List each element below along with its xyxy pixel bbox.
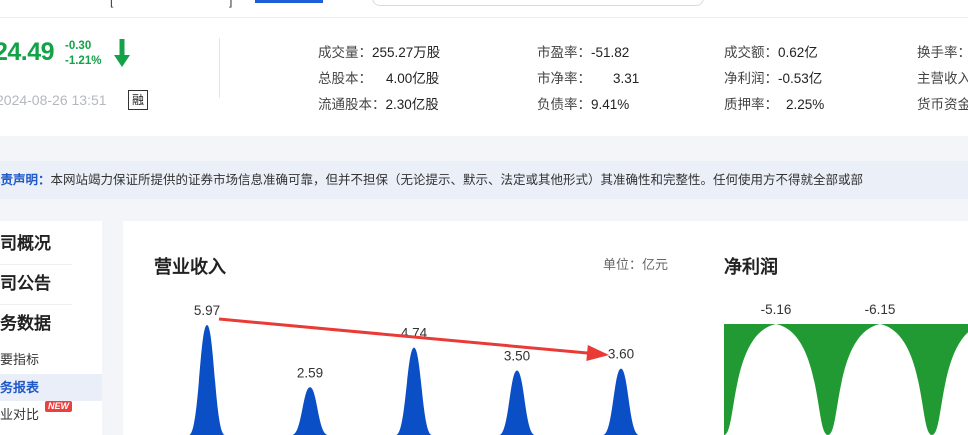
profit-label-0: -5.16	[761, 302, 792, 317]
stat-pledge-ratio: 质押率： 2.25%	[724, 97, 825, 112]
quote-datetime: 2024-08-26 13:51	[0, 92, 107, 108]
revenue-bar-4	[603, 368, 639, 435]
stat-turnover-amount: 成交额：0.62亿	[724, 45, 818, 60]
stat-net-profit: 净利润：-0.53亿	[724, 71, 823, 86]
disclaimer-text: 本网站竭力保证所提供的证券市场信息准确可靠，但并不担保（无论提示、默示、法定或其…	[50, 173, 864, 187]
change-percent: -1.21%	[65, 55, 102, 67]
stat-cash-funds: 货币资金	[917, 97, 968, 112]
profit-label-1: -6.15	[865, 302, 896, 317]
stat-volume: 成交量：255.27万股	[318, 45, 441, 60]
revenue-bar-2	[396, 347, 432, 435]
quote-divider	[219, 38, 220, 98]
quote-panel: 24.49 -0.30 -1.21% 2024-08-26 13:51 融 成交…	[0, 18, 968, 136]
sidebar-item-announcements[interactable]: 公司公告	[0, 264, 72, 305]
revenue-bar-0	[189, 325, 225, 435]
revenue-bar-1	[292, 387, 328, 435]
sidebar-item-financial-data[interactable]: 财务数据	[0, 304, 72, 344]
sidebar-nav: 公司概况 公司公告 财务数据 主要指标 财务报表 行业对比 NEW	[0, 221, 102, 435]
disclaimer-bar: 免责声明：本网站竭力保证所提供的证券市场信息准确可靠，但并不担保（无论提示、默示…	[0, 161, 968, 199]
sidebar-item-financial-statements[interactable]: 财务报表	[0, 374, 102, 401]
new-badge: NEW	[45, 401, 72, 412]
financial-charts-svg: 5.972.594.743.50 3.60-5.16 -6.15	[189, 302, 968, 435]
disclaimer-title: 免责声明：	[0, 173, 51, 187]
revenue-label-3: 3.50	[504, 349, 530, 364]
stat-float-shares: 流通股本：2.30亿股	[318, 97, 439, 112]
trend-arrow-head	[586, 345, 609, 361]
header-bracket-right: ]	[229, 0, 233, 8]
stat-debt-ratio: 负债率：9.41%	[537, 97, 630, 112]
revenue-label-0: 5.97	[194, 303, 220, 318]
search-input[interactable]	[372, 0, 704, 6]
change-amount: -0.30	[65, 40, 92, 52]
trend-arrow-line	[218, 317, 606, 357]
top-header-strip: [ ]	[0, 0, 968, 18]
current-price: 24.49	[0, 38, 55, 66]
stat-pe-ratio: 市盈率：-51.82	[537, 45, 630, 60]
revenue-label-1: 2.59	[297, 365, 323, 380]
down-arrow-icon	[114, 39, 130, 67]
header-active-tab-indicator[interactable]	[255, 0, 323, 3]
stat-turnover-rate: 换手率：	[917, 45, 968, 60]
stat-pb-ratio: 市净率： 3.31	[537, 71, 640, 86]
revenue-bar-3	[499, 370, 535, 435]
sidebar-item-company-overview[interactable]: 公司概况	[0, 224, 72, 265]
stat-total-shares: 总股本： 4.00亿股	[318, 71, 440, 86]
sidebar-item-key-indicators[interactable]: 主要指标	[0, 346, 72, 373]
price-change: -0.30 -1.21%	[65, 39, 101, 69]
header-bracket-left: [	[110, 0, 114, 8]
revenue-label-4: 3.60	[608, 347, 634, 362]
financial-charts-card: 营业收入 单位：亿元 净利润 5.97 2.59 4.74 3.50 3.60 -5.16…	[123, 221, 968, 435]
margin-trading-badge[interactable]: 融	[128, 90, 148, 110]
stat-main-revenue: 主营收入	[917, 71, 968, 86]
